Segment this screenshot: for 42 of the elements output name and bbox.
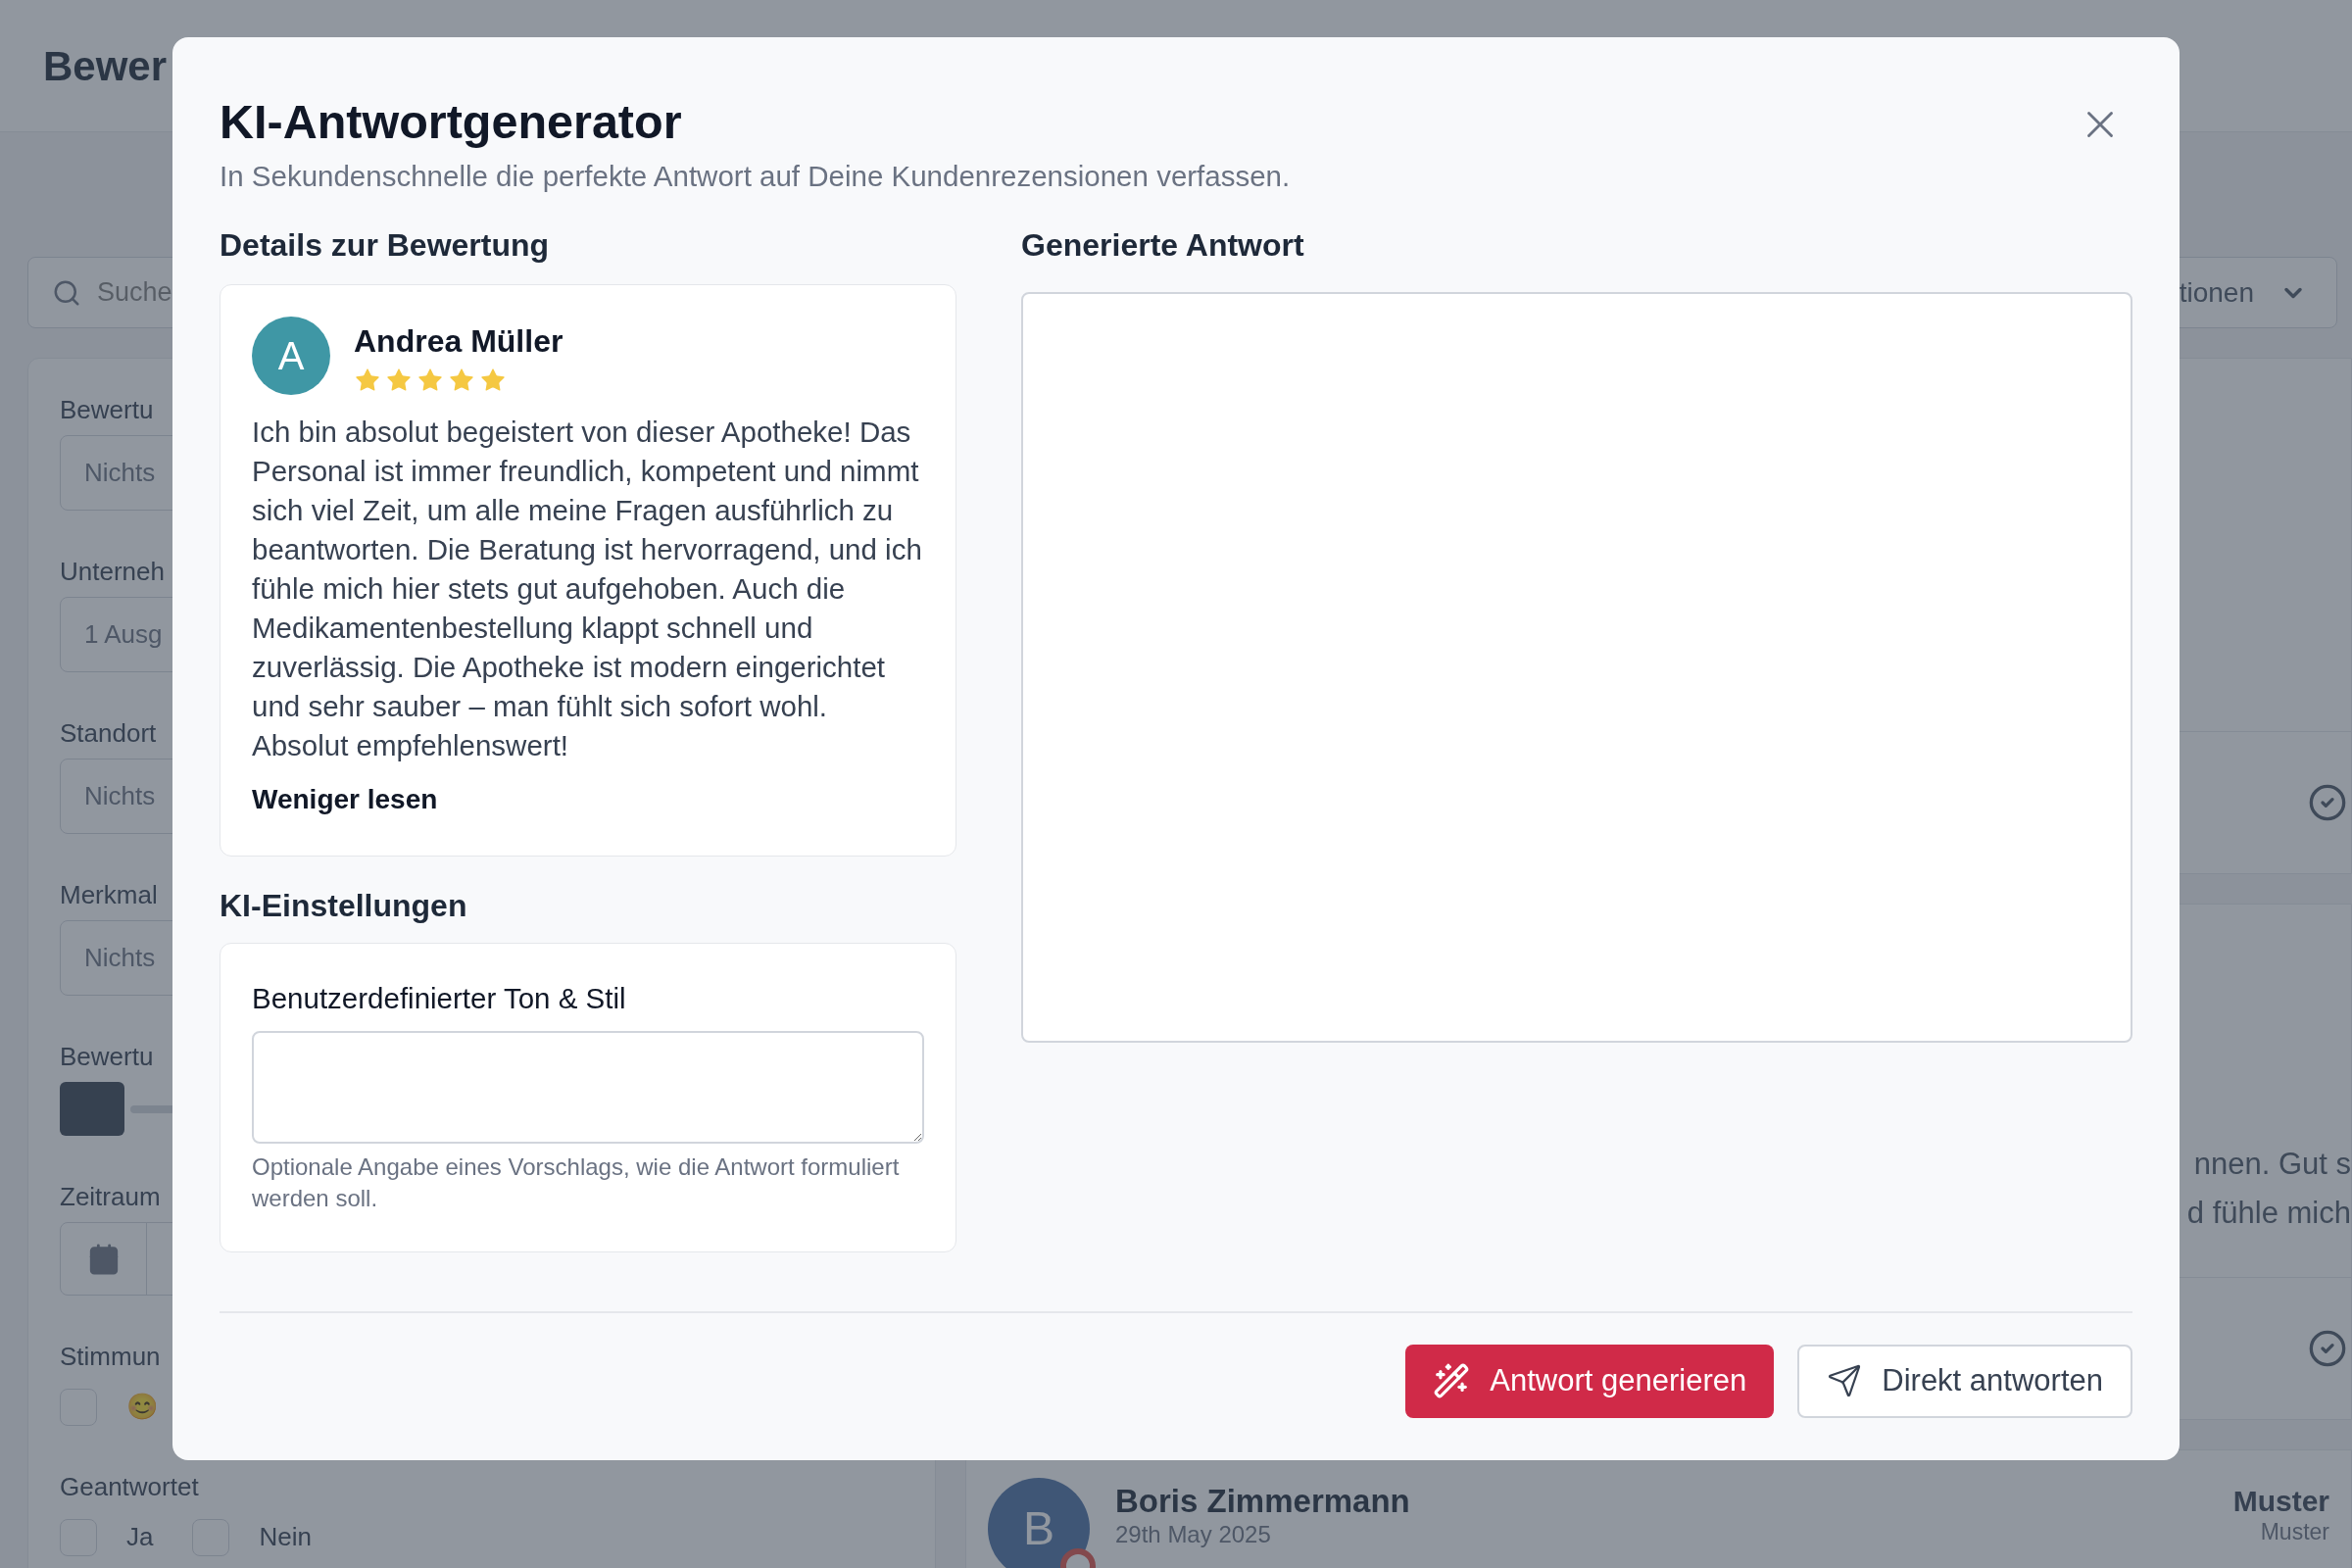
review-text: nnen. Gut s [2193, 1146, 2351, 1183]
field-hint: Optionale Angabe eines Vorschlags, wie die Antwort formuliert werden soll. [252, 1152, 901, 1213]
select-value: Nichts [84, 457, 156, 489]
reply-button[interactable]: Direkt antworten [1797, 1344, 2132, 1418]
filter-label: Stimmun [60, 1341, 161, 1372]
filter-label: Standort [60, 717, 157, 749]
search-field[interactable]: Suche [97, 272, 783, 313]
select-value: 1 Ausg [84, 618, 163, 651]
checkbox-label: 😊 [126, 1391, 158, 1423]
checkbox-label: Nein [259, 1521, 312, 1553]
send-icon [1827, 1363, 1863, 1398]
location-text: Muster [2232, 1484, 2329, 1519]
filter-label: Merkmal [60, 879, 158, 910]
reviewer-name: Boris Zimmermann [1115, 1482, 1410, 1521]
reviewer-name: Andrea Müller [354, 322, 564, 362]
dialog-subtitle: In Sekundenschnelle die perfekte Antwort auf Deine Kundenrezensionen verfassen. [220, 159, 1291, 194]
field-label: Benutzerdefinierter Ton & Stil [252, 981, 627, 1017]
filter-label: Unterneh [60, 556, 165, 587]
section-heading: Generierte Antwort [1021, 226, 1305, 266]
section-heading: Details zur Bewertung [220, 226, 551, 266]
location-text: Muster [2260, 1519, 2329, 1544]
filter-label: Geantwortet [60, 1471, 199, 1502]
tone-style-field[interactable] [252, 1030, 924, 1144]
section-heading: KI-Einstellungen [220, 887, 468, 926]
read-less-link[interactable]: Weniger lesen [252, 779, 438, 821]
avatar: A [252, 317, 330, 396]
page-title: Bewer [43, 41, 168, 91]
segment[interactable] [60, 1082, 124, 1136]
review-date: 29th May 2025 [1115, 1521, 1272, 1548]
generate-button[interactable]: Antwort generieren [1405, 1344, 1775, 1418]
avatar: B [988, 1478, 1090, 1568]
review-text: d fühle mich [2186, 1195, 2351, 1232]
magic-wand-icon [1433, 1362, 1471, 1399]
filter-label: Zeitraum [60, 1181, 161, 1212]
dialog-title: KI-Antwortgenerator [220, 94, 683, 150]
generated-answer-field[interactable] [1021, 292, 2132, 1044]
select-value: Nichts [84, 780, 156, 812]
filter-label: Bewertu [60, 1041, 154, 1072]
checkbox-label: Ja [126, 1521, 154, 1553]
select-value: Nichts [84, 942, 156, 974]
filter-label: Bewertu [60, 394, 154, 425]
review-text: Ich bin absolut begeistert von dieser Apotheke! Das Personal ist immer freundlich, kompetent und nimmt sich viel Zeit, um alle meine Fragen ausführlich zu beantworten. Die Beratung ist hervorragend, und ich fühle mich hier stets gut aufgehoben. Auch die Medikamentenbestellung klappt schnell und zuverlässig. Die Apotheke ist modern eingerichtet und sehr sauber – man fühlt sich sofort wohl. Absolut empfehlenswert! [252, 415, 923, 764]
